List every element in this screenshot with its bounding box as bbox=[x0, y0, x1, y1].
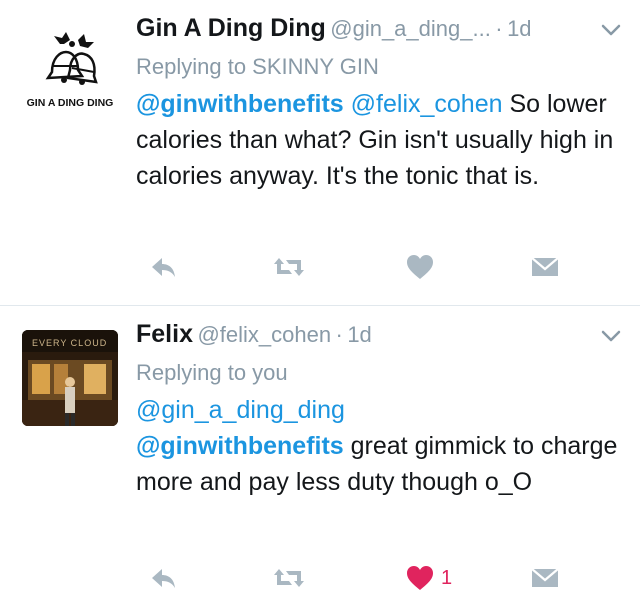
retweet-icon bbox=[274, 569, 304, 587]
photo-avatar-icon: EVERY CLOUD bbox=[22, 330, 118, 426]
avatar-sign-text: EVERY CLOUD bbox=[32, 338, 107, 348]
mention-link[interactable]: @ginwithbenefits bbox=[136, 90, 344, 118]
bells-logo-icon: GIN A DING DING bbox=[27, 32, 114, 109]
tweet-header: Felix @felix_cohen · 1d bbox=[136, 320, 626, 356]
tweet[interactable]: GIN A DING DING Gin A Ding Ding @gin_a_d… bbox=[0, 0, 640, 306]
like-count: 1 bbox=[441, 566, 453, 589]
reply-icon bbox=[152, 569, 175, 588]
mention-link[interactable]: @felix_cohen bbox=[351, 90, 503, 118]
avatar-logo-text: GIN A DING DING bbox=[27, 97, 114, 109]
chevron-down-icon[interactable] bbox=[600, 22, 622, 38]
replying-to: Replying to SKINNY GIN bbox=[136, 54, 379, 79]
dm-button[interactable] bbox=[530, 561, 560, 595]
reply-button[interactable] bbox=[148, 561, 178, 595]
avatar[interactable]: GIN A DING DING bbox=[22, 30, 118, 112]
mention-link[interactable]: @ginwithbenefits bbox=[136, 432, 344, 460]
author-name[interactable]: Gin A Ding Ding bbox=[136, 14, 326, 42]
timestamp[interactable]: 1d bbox=[347, 322, 371, 347]
retweet-icon bbox=[274, 258, 304, 276]
mention-link[interactable]: @gin_a_ding_ding bbox=[136, 396, 345, 424]
chevron-down-icon[interactable] bbox=[600, 328, 622, 344]
reply-icon bbox=[152, 258, 175, 277]
tweet-header: Gin A Ding Ding @gin_a_ding_... · 1d bbox=[136, 14, 626, 50]
retweet-button[interactable] bbox=[272, 561, 306, 595]
separator-dot: · bbox=[495, 16, 503, 41]
tweet-text: @gin_a_ding_ding @ginwithbenefits great … bbox=[136, 392, 620, 500]
separator-dot: · bbox=[335, 322, 343, 347]
like-icon bbox=[407, 566, 433, 590]
avatar[interactable]: EVERY CLOUD bbox=[22, 330, 118, 426]
retweet-button[interactable] bbox=[272, 250, 306, 284]
reply-button[interactable] bbox=[148, 250, 178, 284]
replying-to: Replying to you bbox=[136, 360, 288, 385]
timestamp[interactable]: 1d bbox=[507, 16, 531, 41]
author-name[interactable]: Felix bbox=[136, 320, 193, 348]
like-icon bbox=[407, 255, 433, 279]
author-handle[interactable]: @felix_cohen bbox=[197, 322, 331, 347]
like-button[interactable]: 1 bbox=[405, 561, 452, 595]
tweet-actions: 1 bbox=[0, 561, 640, 595]
dm-icon bbox=[531, 568, 559, 587]
dm-button[interactable] bbox=[530, 250, 560, 284]
tweet-text: @ginwithbenefits @felix_cohen So lower c… bbox=[136, 86, 620, 194]
like-button[interactable] bbox=[405, 250, 441, 284]
tweet[interactable]: EVERY CLOUD Felix @felix_cohen · 1d Repl… bbox=[0, 306, 640, 613]
tweet-actions bbox=[0, 250, 640, 284]
author-handle[interactable]: @gin_a_ding_... bbox=[330, 16, 491, 41]
dm-icon bbox=[531, 257, 559, 276]
